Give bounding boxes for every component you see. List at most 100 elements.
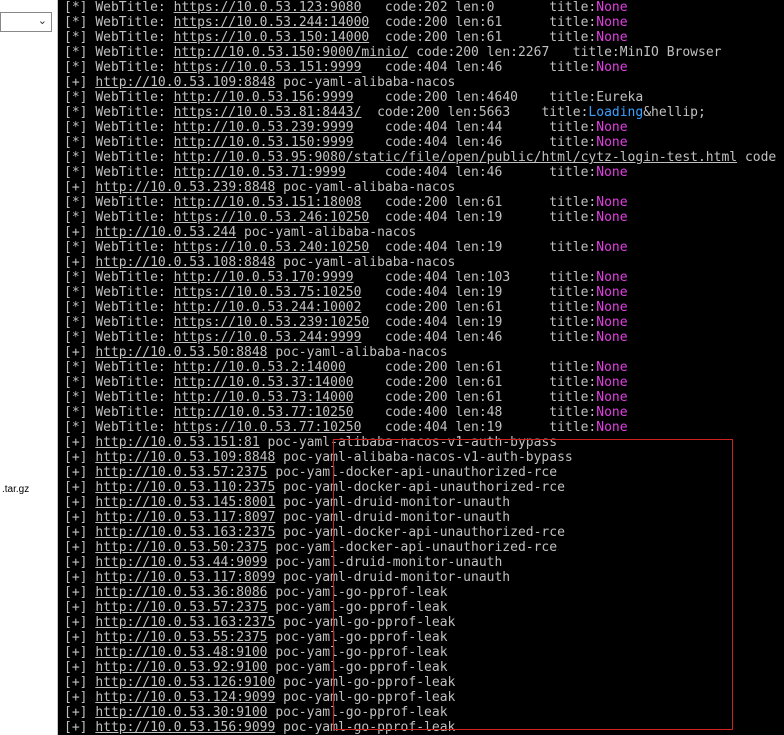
url-link[interactable]: http://10.0.53.36:8086: [95, 585, 267, 600]
webtitle-label: WebTitle:: [95, 300, 174, 315]
url-link[interactable]: https://10.0.53.77:10250: [174, 420, 362, 435]
url-link[interactable]: http://10.0.53.77:10250: [174, 405, 354, 420]
response-info: code:404 len:103 title:: [353, 270, 597, 285]
response-info: code:404 len:19 title:: [369, 210, 597, 225]
url-link[interactable]: https://10.0.53.75:10250: [174, 285, 362, 300]
url-link[interactable]: http://10.0.53.71:9999: [174, 165, 346, 180]
url-link[interactable]: https://10.0.53.244:14000: [174, 15, 370, 30]
terminal-line: [*] WebTitle: https://10.0.53.81:8443/ c…: [64, 105, 776, 120]
url-link[interactable]: http://10.0.53.170:9999: [174, 270, 354, 285]
url-link[interactable]: http://10.0.53.73:14000: [174, 390, 354, 405]
line-prefix: [+]: [64, 180, 88, 195]
path-dropdown[interactable]: ⌄: [0, 12, 52, 32]
response-info: code:404 len:19 title:: [369, 240, 597, 255]
url-link[interactable]: http://10.0.53.244: [95, 225, 236, 240]
url-link[interactable]: http://10.0.53.109:8848: [95, 75, 275, 90]
url-link[interactable]: https://10.0.53.123:9080: [174, 0, 362, 15]
terminal-line: [+] http://10.0.53.145:8001 poc-yaml-dru…: [64, 495, 776, 510]
url-link[interactable]: http://10.0.53.30:9100: [95, 705, 267, 720]
url-link[interactable]: http://10.0.53.163:2375: [95, 525, 275, 540]
url-link[interactable]: http://10.0.53.44:9099: [95, 555, 267, 570]
url-link[interactable]: http://10.0.53.48:9100: [95, 645, 267, 660]
line-prefix: [+]: [64, 570, 88, 585]
page-title-value: Loading: [588, 105, 644, 120]
line-prefix: [*]: [64, 210, 88, 225]
url-link[interactable]: http://10.0.53.109:8848: [95, 450, 275, 465]
line-prefix: [+]: [64, 480, 88, 495]
url-link[interactable]: http://10.0.53.50:8848: [95, 345, 267, 360]
page-title-value: None: [596, 195, 628, 210]
url-link[interactable]: http://10.0.53.156:9999: [174, 90, 354, 105]
webtitle-label: WebTitle:: [95, 60, 174, 75]
line-prefix: [*]: [64, 405, 88, 420]
response-info: code:200 len:5663 title:: [361, 105, 589, 120]
url-link[interactable]: http://10.0.53.50:2375: [95, 540, 267, 555]
url-link[interactable]: http://10.0.53.150:9000/minio/: [174, 45, 409, 60]
line-prefix: [*]: [64, 285, 88, 300]
url-link[interactable]: http://10.0.53.239:9999: [174, 120, 354, 135]
webtitle-label: WebTitle:: [95, 0, 174, 15]
line-prefix: [+]: [64, 495, 88, 510]
url-link[interactable]: http://10.0.53.151:81: [95, 435, 259, 450]
line-prefix: [+]: [64, 435, 88, 450]
chevron-down-icon[interactable]: ⌄: [38, 14, 47, 27]
page-title-value: None: [596, 135, 628, 150]
response-info: code:404 len:46 title:: [353, 135, 597, 150]
url-link[interactable]: http://10.0.53.126:9100: [95, 675, 275, 690]
url-link[interactable]: http://10.0.53.150:9999: [174, 135, 354, 150]
line-prefix: [*]: [64, 150, 88, 165]
line-prefix: [*]: [64, 30, 88, 45]
terminal-line: [+] http://10.0.53.117:8099 poc-yaml-dru…: [64, 570, 776, 585]
terminal-line: [*] WebTitle: http://10.0.53.170:9999 co…: [64, 270, 776, 285]
terminal-line: [*] WebTitle: https://10.0.53.150:14000 …: [64, 30, 776, 45]
left-file-panel: ⌄ .tar.gz: [0, 0, 57, 735]
url-link[interactable]: http://10.0.53.108:8848: [95, 255, 275, 270]
url-link[interactable]: http://10.0.53.95:9080/static/file/open/…: [174, 150, 738, 165]
response-info: code:404 len:19 title:: [361, 420, 597, 435]
page-title-value: None: [596, 0, 628, 15]
poc-name: poc-yaml-druid-monitor-unauth: [283, 510, 511, 525]
url-link[interactable]: http://10.0.53.244:10002: [174, 300, 362, 315]
terminal-line: [*] WebTitle: http://10.0.53.151:18008 c…: [64, 195, 776, 210]
url-link[interactable]: http://10.0.53.57:2375: [95, 465, 267, 480]
url-link[interactable]: http://10.0.53.2:14000: [174, 360, 346, 375]
url-link[interactable]: http://10.0.53.117:8097: [95, 510, 275, 525]
line-prefix: [+]: [64, 720, 88, 735]
url-link[interactable]: https://10.0.53.239:10250: [174, 315, 370, 330]
response-info: code:200 len:61 title:: [361, 195, 597, 210]
file-item-tar-gz[interactable]: .tar.gz: [2, 484, 29, 495]
response-info: code: [737, 150, 777, 165]
terminal-line: [+] http://10.0.53.57:2375 poc-yaml-dock…: [64, 465, 776, 480]
url-link[interactable]: http://10.0.53.124:9099: [95, 690, 275, 705]
terminal-line: [*] WebTitle: https://10.0.53.77:10250 c…: [64, 420, 776, 435]
url-link[interactable]: http://10.0.53.37:14000: [174, 375, 354, 390]
response-info: code:404 len:46 title:: [361, 60, 597, 75]
url-link[interactable]: http://10.0.53.145:8001: [95, 495, 275, 510]
line-prefix: [*]: [64, 300, 88, 315]
url-link[interactable]: http://10.0.53.57:2375: [95, 600, 267, 615]
terminal-line: [+] http://10.0.53.36:8086 poc-yaml-go-p…: [64, 585, 776, 600]
url-link[interactable]: http://10.0.53.151:18008: [174, 195, 362, 210]
url-link[interactable]: http://10.0.53.239:8848: [95, 180, 275, 195]
terminal-line: [*] WebTitle: http://10.0.53.150:9000/mi…: [64, 45, 776, 60]
url-link[interactable]: https://10.0.53.81:8443/: [174, 105, 362, 120]
terminal-line: [*] WebTitle: https://10.0.53.240:10250 …: [64, 240, 776, 255]
url-link[interactable]: http://10.0.53.92:9100: [95, 660, 267, 675]
url-link[interactable]: https://10.0.53.244:9999: [174, 330, 362, 345]
terminal-line: [*] WebTitle: http://10.0.53.77:10250 co…: [64, 405, 776, 420]
url-link[interactable]: https://10.0.53.151:9999: [174, 60, 362, 75]
url-link[interactable]: http://10.0.53.163:2375: [95, 615, 275, 630]
url-link[interactable]: https://10.0.53.240:10250: [174, 240, 370, 255]
url-link[interactable]: http://10.0.53.156:9099: [95, 720, 275, 735]
terminal-output[interactable]: [*] WebTitle: https://10.0.53.123:9080 c…: [58, 0, 784, 735]
line-prefix: [*]: [64, 60, 88, 75]
poc-name: poc-yaml-alibaba-nacos: [275, 345, 448, 360]
poc-name: poc-yaml-alibaba-nacos: [283, 180, 456, 195]
line-prefix: [*]: [64, 120, 88, 135]
url-link[interactable]: https://10.0.53.150:14000: [174, 30, 370, 45]
url-link[interactable]: http://10.0.53.55:2375: [95, 630, 267, 645]
page-title-value: None: [596, 240, 628, 255]
url-link[interactable]: https://10.0.53.246:10250: [174, 210, 370, 225]
url-link[interactable]: http://10.0.53.110:2375: [95, 480, 275, 495]
url-link[interactable]: http://10.0.53.117:8099: [95, 570, 275, 585]
